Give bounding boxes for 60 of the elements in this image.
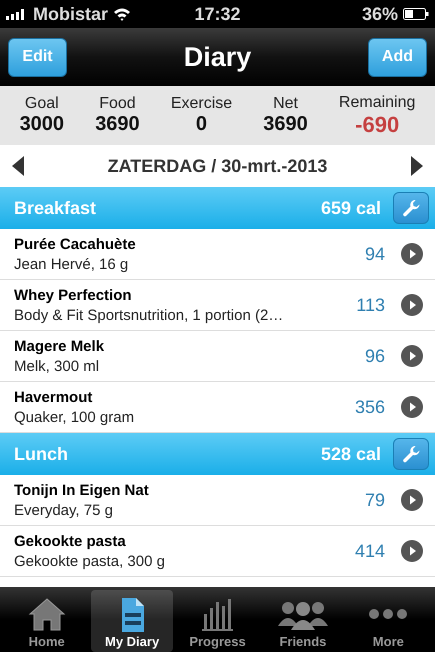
disclosure-icon — [401, 243, 423, 265]
wrench-icon — [402, 445, 420, 463]
tab-bar-item[interactable]: Progress — [176, 590, 258, 652]
food-name: Whey Perfection — [14, 286, 133, 304]
summary-value: 3000 — [20, 113, 64, 136]
food-calories: 356 — [354, 396, 385, 418]
summary-value: -690 — [355, 112, 400, 138]
food-detail: Body & Fit Sportsnutrition, 1 portion (2… — [14, 306, 284, 324]
disclosure-icon — [401, 294, 423, 316]
food-calories: 94 — [364, 244, 385, 264]
disclosure-icon — [401, 489, 423, 511]
tab-bar-item[interactable]: Home — [6, 590, 88, 652]
summary-label: Food — [99, 95, 136, 113]
food-name: Magere Melk — [14, 338, 106, 354]
summary-label: Goal — [24, 95, 59, 113]
wrench-button[interactable] — [393, 438, 429, 470]
food-calories: 113 — [356, 294, 385, 316]
food-name: Purée Cacahuète — [14, 236, 137, 252]
carrier-name: Mobistar — [33, 4, 108, 24]
wifi-icon — [113, 7, 132, 21]
wrench-icon — [402, 199, 420, 217]
meal-calories: 528 cal — [320, 444, 381, 464]
summary-value: 0 — [196, 113, 208, 136]
food-detail: Gekookte pasta, 300 g — [14, 552, 166, 570]
left-arrow-icon — [12, 156, 24, 176]
food-calories: 79 — [364, 490, 385, 510]
right-arrow-icon — [411, 156, 423, 176]
status-time: 17:32 — [194, 4, 241, 24]
summary-label: Net — [273, 95, 298, 113]
meal-calories: 659 cal — [320, 198, 381, 218]
summary-value: 3690 — [263, 113, 308, 136]
food-name: Havermout — [14, 388, 94, 406]
more-icon — [369, 609, 408, 619]
meal-name: Lunch — [14, 444, 69, 464]
meal-name: Breakfast — [14, 198, 98, 218]
food-name: Gekookte pasta — [14, 532, 127, 550]
food-calories: 414 — [354, 540, 385, 562]
food-calories: 96 — [364, 346, 385, 366]
food-name: Tonijn In Eigen Nat — [14, 482, 150, 498]
food-detail: Everyday, 75 g — [14, 502, 114, 518]
date-label: ZATERDAG / 30-mrt.-2013 — [108, 156, 328, 176]
disclosure-icon — [401, 396, 423, 418]
summary-label: Remaining — [338, 94, 416, 112]
tab-bar-item[interactable]: Friends — [262, 590, 344, 652]
next-day-button[interactable] — [411, 156, 423, 176]
battery-icon — [402, 8, 429, 20]
food-detail: Jean Hervé, 16 g — [14, 256, 130, 272]
summary-label: Exercise — [170, 95, 232, 113]
previous-day-button[interactable] — [12, 156, 24, 176]
summary-value: 3690 — [95, 113, 140, 136]
tab-bar-item[interactable]: My Diary — [91, 590, 173, 652]
food-detail: Quaker, 100 gram — [14, 408, 136, 426]
house-icon — [26, 596, 67, 632]
screen-title: Diary — [184, 42, 252, 72]
disclosure-icon — [401, 540, 423, 562]
battery-percent: 36% — [362, 4, 398, 24]
wrench-button[interactable] — [393, 192, 429, 224]
tab-bar-item[interactable]: More — [348, 590, 430, 652]
food-detail: Melk, 300 ml — [14, 358, 100, 374]
disclosure-icon — [401, 345, 423, 367]
